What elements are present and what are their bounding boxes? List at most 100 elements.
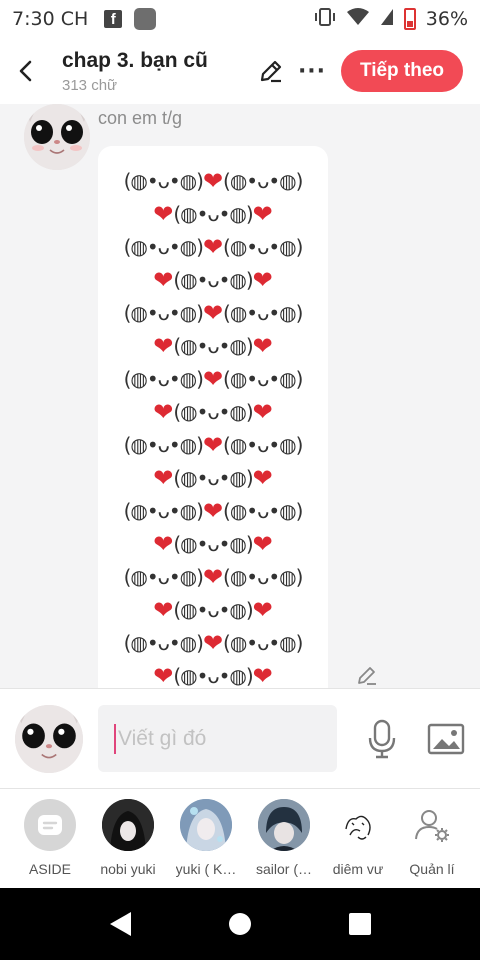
heart-emoji: ❤ — [202, 166, 224, 195]
vibrate-icon — [314, 7, 336, 32]
chapter-title: chap 3. bạn cũ — [62, 48, 208, 72]
message-line: (◍•ᴗ•◍) ❤ (◍•ᴗ•◍) — [98, 428, 328, 461]
sender-avatar[interactable] — [24, 104, 90, 170]
kaomoji-face: (◍•ᴗ•◍) — [173, 531, 253, 556]
chat-area[interactable]: con em t/g (◍•ᴗ•◍) ❤ (◍•ᴗ•◍) ❤ (◍•ᴗ•◍) ❤ (◍•ᴗ•… — [0, 104, 480, 688]
kaomoji-face: (◍•ᴗ•◍) — [223, 168, 303, 193]
kaomoji-face: (◍•ᴗ•◍) — [173, 465, 253, 490]
signal-icon — [380, 7, 394, 32]
message-text: (◍•ᴗ•◍) ❤ (◍•ᴗ•◍) ❤ (◍•ᴗ•◍) ❤ (◍•ᴗ•◍) ❤ (◍•ᴗ•◍) ❤… — [98, 164, 328, 688]
member-label: diêm vư — [332, 861, 384, 877]
heart-emoji: ❤ — [252, 199, 273, 228]
pencil-icon — [358, 667, 376, 685]
heart-emoji: ❤ — [153, 331, 174, 360]
message-line: (◍•ᴗ•◍) ❤ (◍•ᴗ•◍) — [98, 362, 328, 395]
heart-emoji: ❤ — [153, 661, 174, 688]
member-yuki[interactable]: yuki ( K… — [166, 799, 246, 877]
member-label: sailor (… — [255, 861, 312, 877]
status-indicators: 36% — [314, 7, 468, 32]
message-line: ❤ (◍•ᴗ•◍) ❤ — [98, 263, 328, 296]
kaomoji-face: (◍•ᴗ•◍) — [123, 366, 204, 391]
message-line: (◍•ᴗ•◍) ❤ (◍•ᴗ•◍) — [98, 626, 328, 659]
app-notification-icon — [134, 8, 157, 30]
title-block: chap 3. bạn cũ 313 chữ — [62, 49, 242, 94]
member-diem-vu[interactable]: diêm vư — [318, 799, 398, 877]
input-placeholder: Viết gì đó — [118, 726, 207, 750]
member-nobi-yuki[interactable]: nobi yuki — [88, 799, 168, 877]
system-navigation-bar — [0, 888, 480, 960]
heart-emoji: ❤ — [252, 595, 273, 624]
text-caret — [114, 723, 116, 754]
edit-button[interactable] — [254, 54, 288, 88]
heart-emoji: ❤ — [202, 364, 224, 393]
nav-recents-button[interactable] — [344, 910, 376, 938]
kaomoji-face: (◍•ᴗ•◍) — [173, 399, 253, 424]
message-input[interactable]: Viết gì đó — [98, 705, 337, 772]
next-chapter-button[interactable]: Tiếp theo — [341, 50, 463, 92]
current-character-avatar[interactable] — [15, 705, 83, 773]
message-line: ❤ (◍•ᴗ•◍) ❤ — [98, 197, 328, 230]
nav-back-button[interactable] — [104, 910, 136, 938]
heart-emoji: ❤ — [202, 562, 224, 591]
microphone-icon — [368, 719, 396, 759]
heart-emoji: ❤ — [153, 265, 174, 294]
message-line: ❤ (◍•ᴗ•◍) ❤ — [98, 461, 328, 494]
member-label: nobi yuki — [100, 861, 156, 877]
image-button[interactable] — [426, 719, 466, 759]
message-line: (◍•ᴗ•◍) ❤ (◍•ᴗ•◍) — [98, 296, 328, 329]
kaomoji-face: (◍•ᴗ•◍) — [223, 366, 303, 391]
kaomoji-face: (◍•ᴗ•◍) — [123, 234, 204, 259]
kaomoji-face: (◍•ᴗ•◍) — [223, 564, 303, 589]
kaomoji-face: (◍•ᴗ•◍) — [123, 564, 204, 589]
voice-button[interactable] — [362, 715, 402, 763]
heart-emoji: ❤ — [252, 397, 273, 426]
heart-emoji: ❤ — [153, 199, 174, 228]
back-triangle-icon — [110, 912, 131, 936]
edit-message-button[interactable] — [354, 662, 380, 688]
message-line: ❤ (◍•ᴗ•◍) ❤ — [98, 527, 328, 560]
heart-emoji: ❤ — [252, 463, 273, 492]
kaomoji-face: (◍•ᴗ•◍) — [223, 498, 303, 523]
member-label: Quản lí — [409, 861, 455, 877]
member-bar: ASIDE nobi yuki yuki ( K… sailor (… diêm… — [0, 788, 480, 888]
back-button[interactable] — [2, 43, 50, 99]
home-circle-icon — [229, 913, 251, 935]
header: chap 3. bạn cũ 313 chữ ··· Tiếp theo — [0, 38, 480, 104]
status-bar: 7:30 CH f 36% — [0, 0, 480, 38]
word-count: 313 chữ — [62, 76, 118, 94]
kaomoji-face: (◍•ᴗ•◍) — [223, 300, 303, 325]
nav-home-button[interactable] — [224, 910, 256, 938]
kaomoji-face: (◍•ᴗ•◍) — [173, 597, 253, 622]
message-line: (◍•ᴗ•◍) ❤ (◍•ᴗ•◍) — [98, 560, 328, 593]
manage-users-icon — [406, 799, 458, 851]
member-sailor[interactable]: sailor (… — [244, 799, 324, 877]
message-line: ❤ (◍•ᴗ•◍) ❤ — [98, 329, 328, 362]
member-aside[interactable]: ASIDE — [10, 799, 90, 877]
facebook-notification-icon: f — [104, 10, 123, 28]
heart-emoji: ❤ — [153, 529, 174, 558]
sender-name: con em t/g — [98, 108, 183, 128]
heart-emoji: ❤ — [153, 397, 174, 426]
heart-emoji: ❤ — [202, 298, 224, 327]
message-bubble[interactable]: (◍•ᴗ•◍) ❤ (◍•ᴗ•◍) ❤ (◍•ᴗ•◍) ❤ (◍•ᴗ•◍) ❤ (◍•ᴗ•◍) ❤… — [98, 146, 328, 688]
kaomoji-face: (◍•ᴗ•◍) — [173, 267, 253, 292]
avatar — [332, 799, 384, 851]
message-line: (◍•ᴗ•◍) ❤ (◍•ᴗ•◍) — [98, 164, 328, 197]
more-options-button[interactable]: ··· — [296, 54, 328, 88]
battery-icon — [403, 8, 416, 30]
kaomoji-face: (◍•ᴗ•◍) — [123, 498, 204, 523]
kaomoji-face: (◍•ᴗ•◍) — [223, 234, 303, 259]
message-line: (◍•ᴗ•◍) ❤ (◍•ᴗ•◍) — [98, 494, 328, 527]
avatar — [258, 799, 310, 851]
kaomoji-face: (◍•ᴗ•◍) — [223, 432, 303, 457]
wifi-icon — [346, 7, 370, 32]
avatar — [102, 799, 154, 851]
recents-square-icon — [349, 913, 371, 935]
aside-icon — [24, 799, 76, 851]
heart-emoji: ❤ — [252, 265, 273, 294]
message-line: ❤ (◍•ᴗ•◍) ❤ — [98, 659, 328, 688]
composer: Viết gì đó — [0, 688, 480, 788]
pencil-icon — [260, 60, 282, 83]
heart-emoji: ❤ — [252, 529, 273, 558]
member-manage[interactable]: Quản lí — [392, 799, 472, 877]
